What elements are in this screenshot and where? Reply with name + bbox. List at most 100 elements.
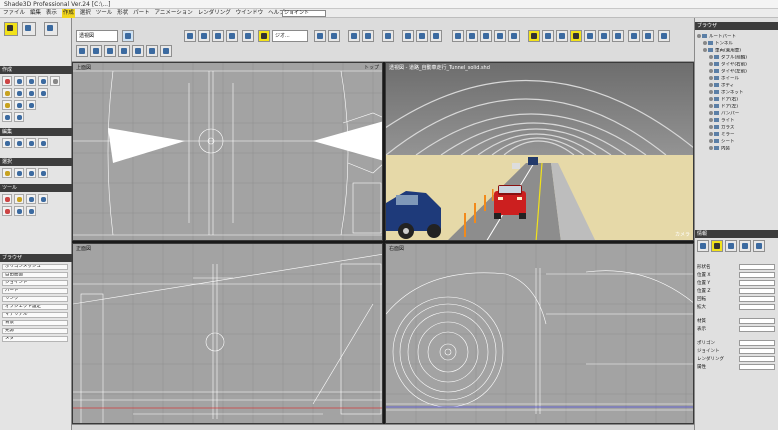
effects-button[interactable]: [508, 30, 520, 42]
list-item[interactable]: 自由曲面: [2, 272, 68, 278]
select-lasso[interactable]: [38, 168, 48, 178]
viewport-perspective[interactable]: 透視図 - 道路_自動車走行_Tunnel_solid.shd カメラ: [385, 62, 694, 241]
prop-input[interactable]: [739, 288, 775, 294]
create-cone[interactable]: [26, 76, 36, 86]
tree-row[interactable]: 内装: [697, 146, 777, 152]
create-polygon[interactable]: [26, 88, 36, 98]
scene-button[interactable]: [612, 30, 624, 42]
create-joint[interactable]: [26, 100, 36, 110]
zoom-button[interactable]: [348, 30, 360, 42]
info-button[interactable]: [556, 30, 568, 42]
eye-icon[interactable]: [709, 69, 713, 73]
eye-icon[interactable]: [709, 125, 713, 129]
create-torus[interactable]: [38, 76, 48, 86]
light-settings-button[interactable]: [494, 30, 506, 42]
list-item[interactable]: パート: [2, 288, 68, 294]
eye-icon[interactable]: [709, 83, 713, 87]
list-item[interactable]: マテリアル: [2, 312, 68, 318]
menu-field[interactable]: ジョイント: [282, 10, 326, 17]
tree-row[interactable]: ドア(左): [697, 104, 777, 110]
tree-row[interactable]: ライト: [697, 118, 777, 124]
select-none[interactable]: [26, 168, 36, 178]
redo-button[interactable]: [328, 30, 340, 42]
control-button[interactable]: [570, 30, 582, 42]
menu-edit[interactable]: 編集: [30, 9, 41, 18]
tool-uv[interactable]: [26, 194, 36, 204]
joint-button[interactable]: [258, 30, 270, 42]
create-cylinder[interactable]: [14, 76, 24, 86]
tool-boolean[interactable]: [2, 206, 12, 216]
edit-scale[interactable]: [26, 138, 36, 148]
scale-tool-button[interactable]: [104, 45, 116, 57]
shape-tool-button[interactable]: [44, 22, 58, 36]
menu-select[interactable]: 選択: [80, 9, 91, 18]
light-display-button[interactable]: [711, 240, 723, 252]
prop-input[interactable]: [739, 326, 775, 332]
tool-weight[interactable]: [14, 194, 24, 204]
edit-move[interactable]: [2, 138, 12, 148]
eye-icon[interactable]: [709, 104, 713, 108]
create-plane[interactable]: [50, 76, 60, 86]
render-settings-button[interactable]: [452, 30, 464, 42]
sequence-button[interactable]: [598, 30, 610, 42]
list-item[interactable]: 光源: [2, 328, 68, 334]
viewport-top[interactable]: 上面図 トップ: [72, 62, 383, 241]
prop-input[interactable]: [739, 296, 775, 302]
tree-row[interactable]: トンネル: [697, 41, 777, 47]
eye-icon[interactable]: [709, 90, 713, 94]
viewport-side[interactable]: 右面図: [385, 243, 694, 424]
eye-icon[interactable]: [709, 132, 713, 136]
browser-button[interactable]: [542, 30, 554, 42]
create-line[interactable]: [2, 88, 12, 98]
menu-create[interactable]: 作成: [61, 9, 75, 18]
select-tool-button[interactable]: [4, 22, 18, 36]
material-button[interactable]: [402, 30, 414, 42]
list-item[interactable]: 背景: [2, 320, 68, 326]
cube-tool-button[interactable]: [22, 22, 36, 36]
tree-row[interactable]: タイヤ(左前): [697, 69, 777, 75]
surface-button[interactable]: [416, 30, 428, 42]
tree-row[interactable]: タイヤ(右前): [697, 62, 777, 68]
sphere-button[interactable]: [146, 45, 158, 57]
chart-button[interactable]: [628, 30, 640, 42]
tree-row[interactable]: バンパー: [697, 111, 777, 117]
light-button[interactable]: [132, 45, 144, 57]
joint-display-button[interactable]: [697, 240, 709, 252]
snap-button[interactable]: [242, 30, 254, 42]
tool-measure[interactable]: [38, 194, 48, 204]
eye-icon[interactable]: [703, 48, 707, 52]
eye-icon[interactable]: [709, 55, 713, 59]
material-display-button[interactable]: [739, 240, 751, 252]
undo-button[interactable]: [314, 30, 326, 42]
tool-sweep[interactable]: [26, 206, 36, 216]
select-all[interactable]: [2, 168, 12, 178]
tree-row[interactable]: 車両(乗用車): [697, 48, 777, 54]
select-invert[interactable]: [14, 168, 24, 178]
tree-row[interactable]: ミラー: [697, 132, 777, 138]
edit-mirror[interactable]: [38, 138, 48, 148]
tool-bevel[interactable]: [14, 206, 24, 216]
prop-input[interactable]: [739, 340, 775, 346]
create-sphere[interactable]: [2, 76, 12, 86]
eye-icon[interactable]: [709, 62, 713, 66]
prop-input[interactable]: [739, 280, 775, 286]
background-button[interactable]: [480, 30, 492, 42]
prop-input[interactable]: [739, 356, 775, 362]
image-button[interactable]: [430, 30, 442, 42]
shade-button[interactable]: [198, 30, 210, 42]
menu-rendering[interactable]: レンダリング: [198, 9, 231, 18]
menu-shape[interactable]: 形状: [117, 9, 128, 18]
cube-button[interactable]: [160, 45, 172, 57]
eye-icon[interactable]: [709, 76, 713, 80]
tree-row[interactable]: シート: [697, 139, 777, 145]
eye-icon[interactable]: [697, 34, 701, 38]
window-button[interactable]: [658, 30, 670, 42]
wire-button[interactable]: [184, 30, 196, 42]
layer-button[interactable]: [528, 30, 540, 42]
create-path[interactable]: [2, 112, 12, 122]
create-light[interactable]: [2, 100, 12, 110]
motion-button[interactable]: [584, 30, 596, 42]
tree-row[interactable]: ボンネット: [697, 90, 777, 96]
viewport-divider-horizontal[interactable]: [72, 241, 694, 243]
create-text[interactable]: [38, 88, 48, 98]
